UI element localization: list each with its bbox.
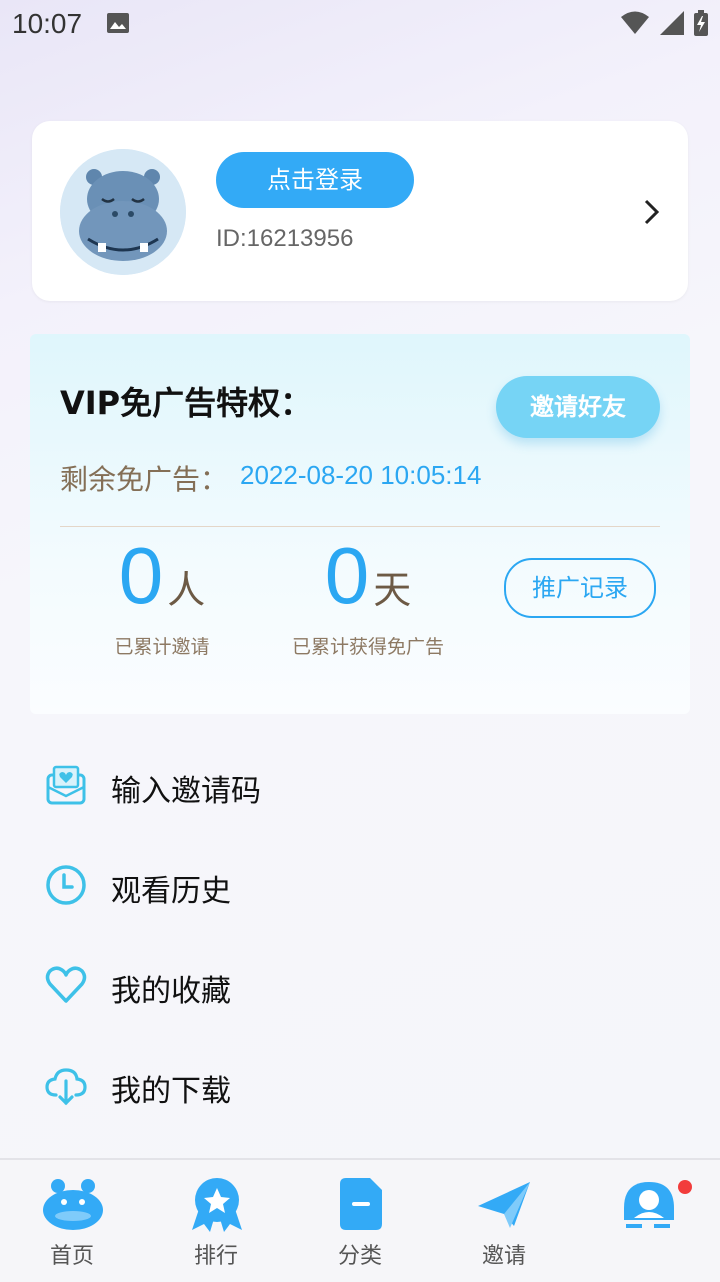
- divider: [60, 526, 660, 527]
- tab-ranking[interactable]: 排行: [144, 1160, 288, 1282]
- invite-friends-button[interactable]: 邀请好友: [496, 376, 660, 438]
- menu-list: 输入邀请码 观看历史 我的收藏 我的下载: [0, 735, 720, 1135]
- tab-category[interactable]: 分类: [288, 1160, 432, 1282]
- heart-icon: [45, 966, 87, 1003]
- chevron-right-icon[interactable]: [640, 197, 662, 227]
- hippo-home-icon: [43, 1179, 103, 1230]
- battery-icon: [694, 10, 708, 36]
- tab-invite[interactable]: 邀请: [432, 1160, 576, 1282]
- menu-item-invite-code[interactable]: 输入邀请码: [0, 735, 720, 835]
- days-unit: 天: [373, 568, 412, 612]
- days-count: 0: [324, 531, 370, 620]
- tab-label: 首页: [49, 1244, 94, 1269]
- tab-label: 邀请: [481, 1244, 526, 1269]
- menu-item-favorites[interactable]: 我的收藏: [0, 935, 720, 1035]
- vip-card: VIP免广告特权： 邀请好友 剩余免广告： 2022-08-20 10:05:1…: [30, 334, 690, 714]
- avatar[interactable]: [60, 149, 186, 275]
- vip-title: VIP免广告特权：: [60, 384, 313, 422]
- notification-badge: [678, 1180, 692, 1194]
- menu-label: 输入邀请码: [111, 774, 261, 809]
- status-icons: [620, 10, 708, 36]
- invites-count: 0: [118, 531, 164, 620]
- invites-unit: 人: [167, 568, 206, 612]
- profile-icon: [624, 1182, 674, 1228]
- menu-label: 观看历史: [111, 874, 231, 909]
- login-button[interactable]: 点击登录: [216, 152, 414, 208]
- wifi-icon: [621, 11, 649, 34]
- invites-label: 已累计邀请: [114, 636, 210, 658]
- tab-label: 分类: [337, 1244, 382, 1269]
- signal-icon: [660, 11, 684, 35]
- ad-free-remaining-value: 2022-08-20 10:05:14: [240, 460, 482, 490]
- tab-home[interactable]: 首页: [0, 1160, 144, 1282]
- days-label: 已累计获得免广告: [291, 636, 444, 658]
- menu-label: 我的下载: [111, 1074, 231, 1109]
- image-notification-icon: [107, 13, 129, 33]
- mail-heart-icon: [46, 765, 86, 805]
- category-icon: [340, 1178, 382, 1230]
- promotion-record-button[interactable]: 推广记录: [504, 558, 656, 618]
- status-bar: 10:07: [0, 0, 720, 50]
- tab-profile[interactable]: [576, 1160, 720, 1282]
- cloud-download-icon: [45, 1068, 87, 1106]
- ad-free-remaining-label: 剩余免广告：: [60, 463, 229, 496]
- clock-icon: [46, 865, 86, 905]
- menu-item-downloads[interactable]: 我的下载: [0, 1035, 720, 1135]
- tab-label: 排行: [193, 1244, 238, 1269]
- stat-ad-free-days: 0 天 已累计获得免广告: [282, 534, 454, 659]
- menu-label: 我的收藏: [111, 974, 231, 1009]
- bottom-tab-bar: 首页 排行 分类 邀请: [0, 1158, 720, 1282]
- hippo-avatar-icon: [60, 149, 186, 275]
- paper-plane-icon: [478, 1182, 530, 1228]
- ranking-badge-icon: [192, 1178, 242, 1232]
- status-time: 10:07: [12, 8, 83, 39]
- user-id: ID:16213956: [216, 225, 354, 252]
- menu-item-watch-history[interactable]: 观看历史: [0, 835, 720, 935]
- profile-card[interactable]: 点击登录 ID:16213956: [32, 121, 688, 301]
- stat-invites: 0 人 已累计邀请: [92, 534, 232, 659]
